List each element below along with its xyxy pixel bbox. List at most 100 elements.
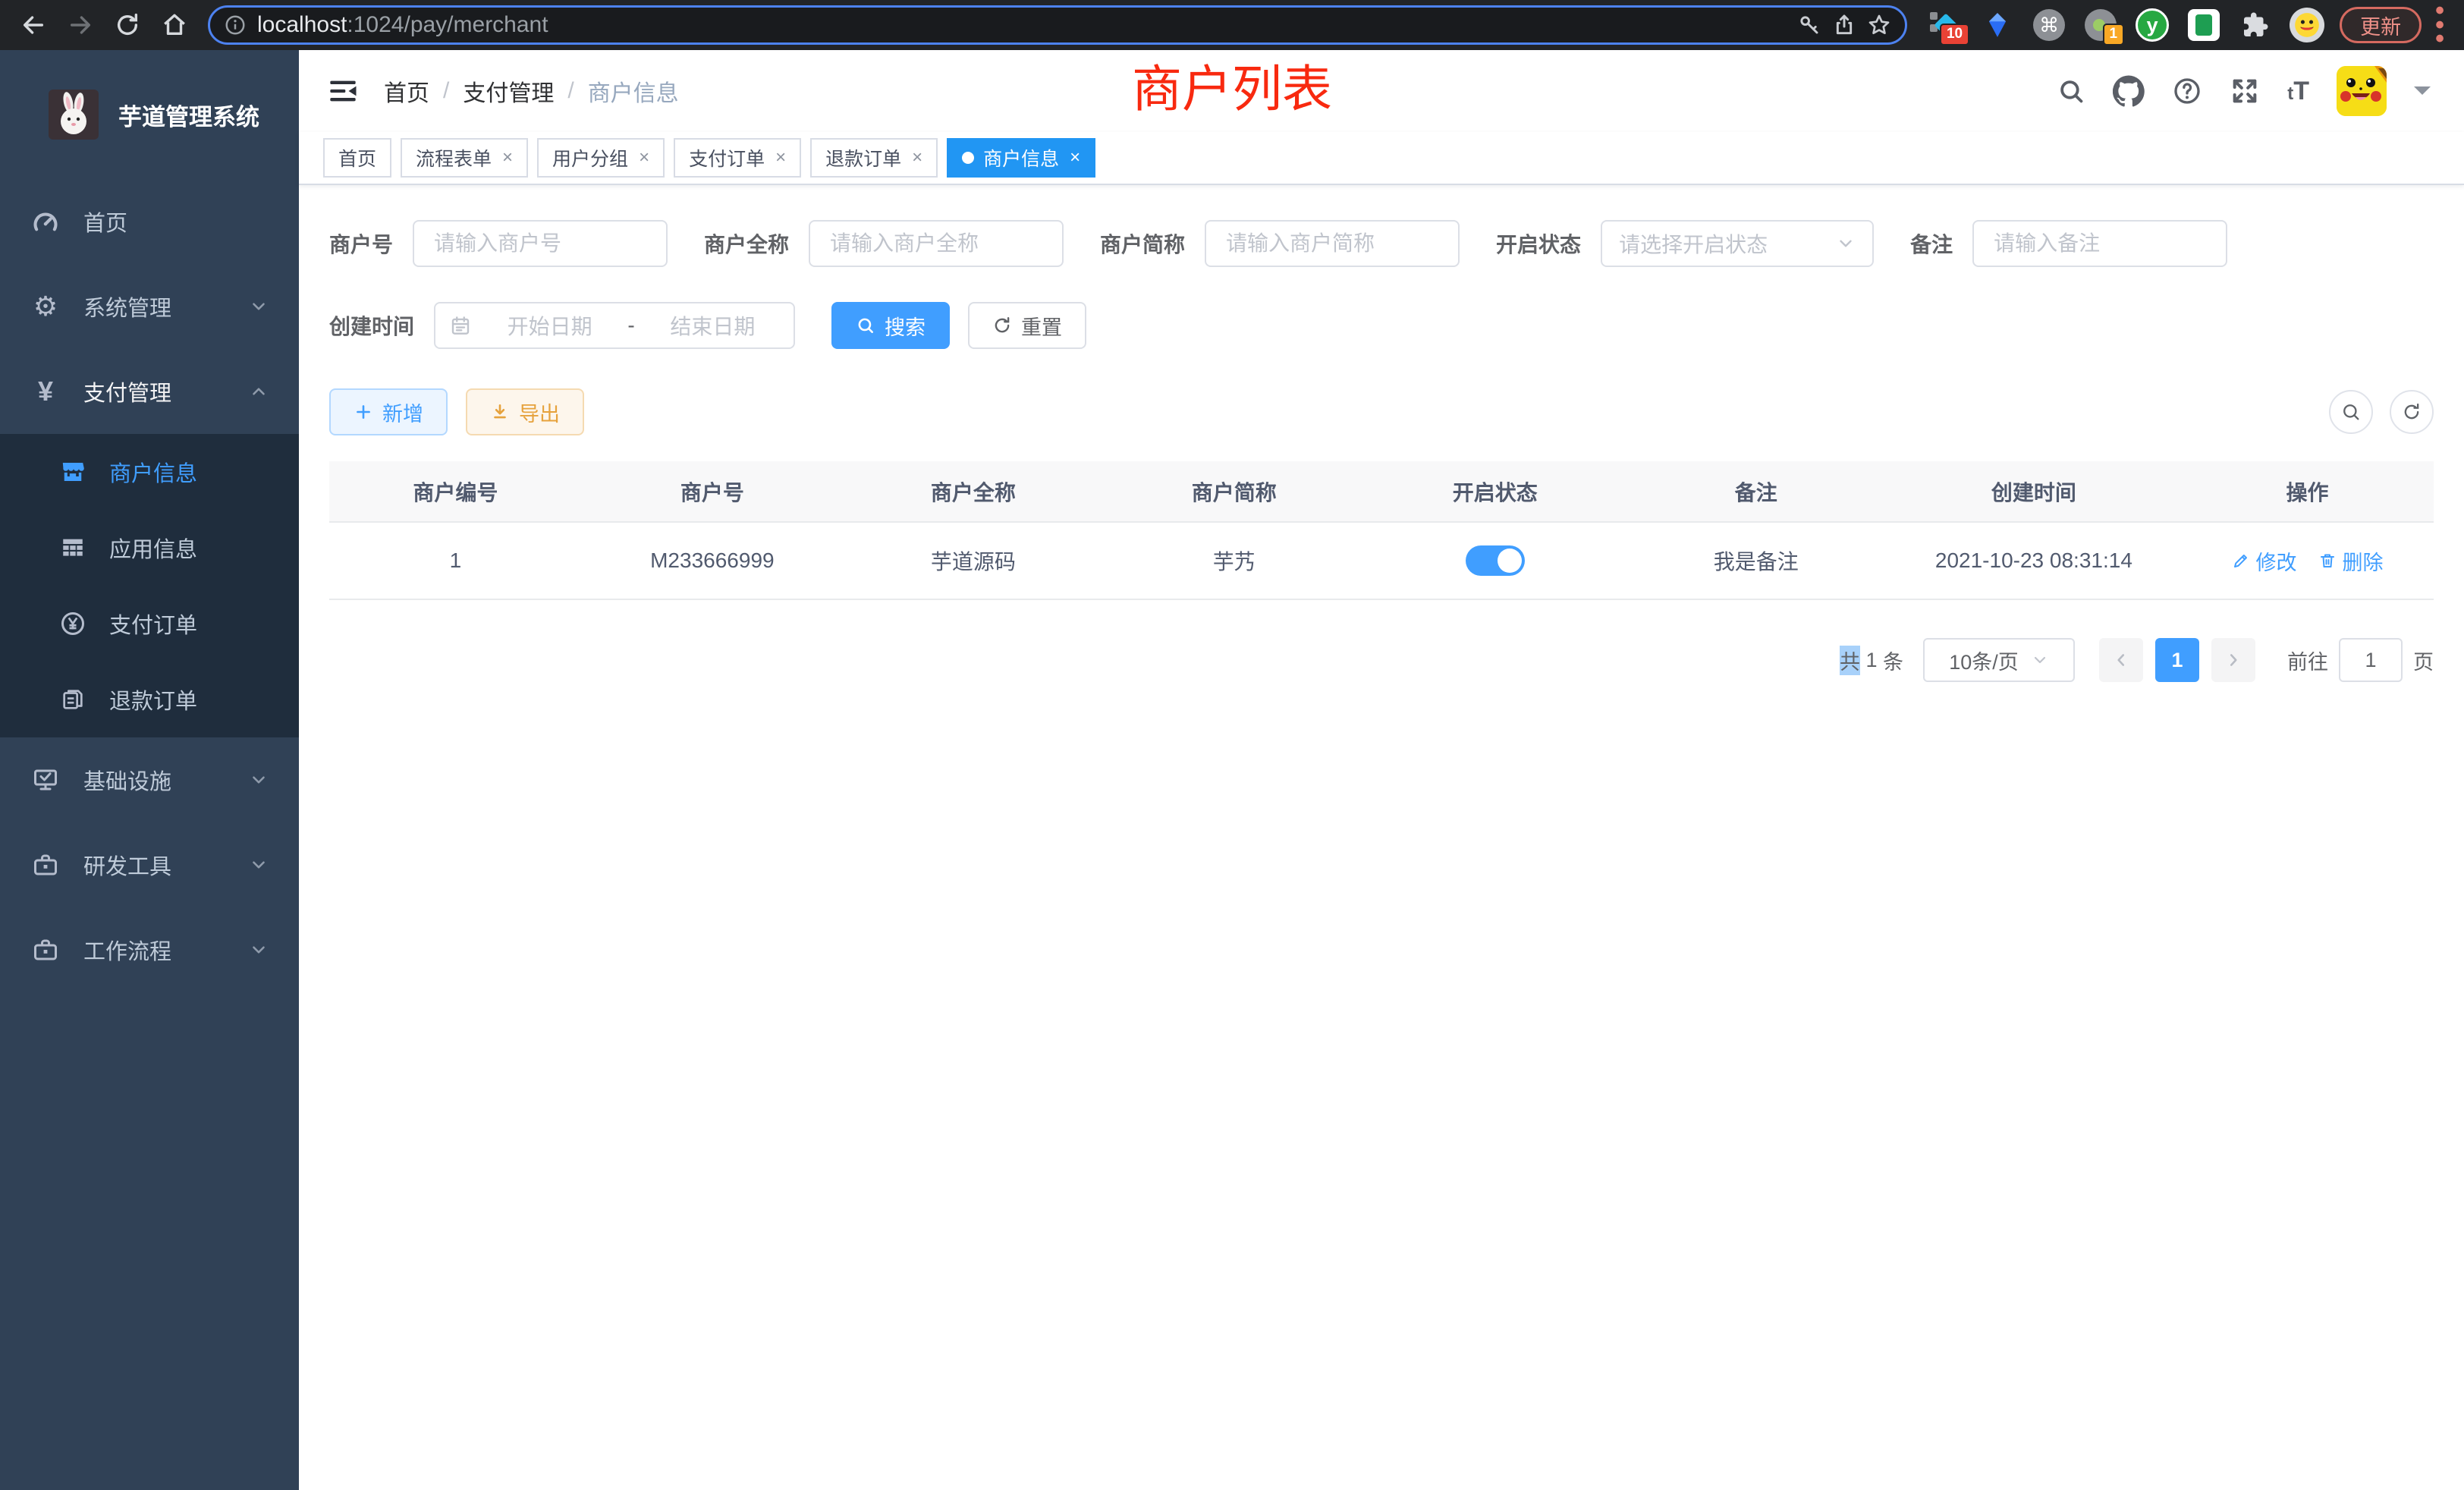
chevron-down-icon bbox=[249, 297, 269, 316]
sidebar-item-label: 工作流程 bbox=[83, 934, 171, 966]
remark-input[interactable] bbox=[1972, 220, 2227, 267]
refresh-table-button[interactable] bbox=[2390, 390, 2434, 434]
tab-home[interactable]: 首页 bbox=[323, 138, 391, 178]
goto-page-input[interactable] bbox=[2339, 638, 2403, 682]
browser-menu-icon[interactable]: ••• bbox=[2429, 4, 2450, 46]
sidebar-item-system[interactable]: ⚙ 系统管理 bbox=[0, 264, 299, 349]
breadcrumb-home[interactable]: 首页 bbox=[384, 74, 429, 108]
extension-notes-icon[interactable] bbox=[2186, 8, 2221, 42]
breadcrumb-current: 商户信息 bbox=[588, 74, 679, 108]
github-icon[interactable] bbox=[2113, 75, 2145, 107]
sidebar-item-refund-order[interactable]: 退款订单 bbox=[0, 662, 299, 737]
merchant-no-input[interactable] bbox=[413, 220, 668, 267]
prev-page-button[interactable] bbox=[2099, 638, 2143, 682]
site-info-icon[interactable] bbox=[224, 14, 247, 36]
bookmark-star-icon[interactable] bbox=[1867, 13, 1891, 37]
page-size-select[interactable]: 10条/页 bbox=[1923, 638, 2075, 682]
delete-link[interactable]: 删除 bbox=[2318, 546, 2384, 576]
close-icon[interactable]: × bbox=[502, 147, 513, 168]
browser-forward-icon[interactable] bbox=[61, 5, 100, 45]
tab-refund-order[interactable]: 退款订单× bbox=[810, 138, 938, 178]
sidebar-item-merchant-info[interactable]: 商户信息 bbox=[0, 434, 299, 510]
pagination-goto: 前往 页 bbox=[2287, 638, 2434, 682]
browser-home-icon[interactable] bbox=[155, 5, 194, 45]
sidebar-item-payment[interactable]: ¥ 支付管理 bbox=[0, 349, 299, 434]
col-status: 开启状态 bbox=[1365, 461, 1626, 522]
sidebar-item-home[interactable]: 首页 bbox=[0, 179, 299, 264]
close-icon[interactable]: × bbox=[639, 147, 649, 168]
extensions-puzzle-icon[interactable] bbox=[2238, 8, 2273, 42]
fullscreen-icon[interactable] bbox=[2230, 76, 2260, 106]
topbar: 首页 / 支付管理 / 商户信息 tT bbox=[299, 50, 2464, 132]
filter-short-name: 商户简称 bbox=[1100, 220, 1460, 267]
status-toggle[interactable] bbox=[1466, 545, 1525, 576]
cell-create-time: 2021-10-23 08:31:14 bbox=[1887, 522, 2181, 599]
filter-merchant-no: 商户号 bbox=[329, 220, 668, 267]
sidebar-logo[interactable]: 芋道管理系统 bbox=[0, 50, 299, 179]
help-icon[interactable] bbox=[2172, 76, 2202, 106]
profile-avatar-icon[interactable] bbox=[2290, 8, 2324, 42]
browser-back-icon[interactable] bbox=[14, 5, 53, 45]
close-icon[interactable]: × bbox=[1070, 147, 1080, 168]
date-range-input[interactable]: 开始日期 - 结束日期 bbox=[434, 302, 795, 349]
table-toolbar: 新增 导出 bbox=[329, 388, 2434, 435]
dashboard-icon bbox=[29, 207, 62, 236]
next-page-button[interactable] bbox=[2211, 638, 2255, 682]
extension-tabs-icon[interactable]: 10 bbox=[1928, 8, 1963, 42]
grid-icon bbox=[58, 535, 88, 561]
status-select[interactable]: 请选择开启状态 bbox=[1601, 220, 1874, 267]
close-icon[interactable]: × bbox=[912, 147, 922, 168]
sidebar-item-pay-order[interactable]: 支付订单 bbox=[0, 586, 299, 662]
download-icon bbox=[490, 402, 510, 422]
cell-remark: 我是备注 bbox=[1626, 522, 1887, 599]
edit-link[interactable]: 修改 bbox=[2232, 546, 2297, 576]
full-name-input[interactable] bbox=[809, 220, 1064, 267]
search-button[interactable]: 搜索 bbox=[831, 302, 950, 349]
yen-circle-icon bbox=[58, 610, 88, 637]
payment-submenu: 商户信息 应用信息 支付订单 退款订单 bbox=[0, 434, 299, 737]
page-number-1[interactable]: 1 bbox=[2155, 638, 2199, 682]
extension-recorder-icon[interactable]: 1 bbox=[2083, 8, 2118, 42]
calendar-icon bbox=[449, 314, 472, 337]
extension-y-icon[interactable]: y bbox=[2135, 8, 2170, 42]
toggle-search-button[interactable] bbox=[2329, 390, 2373, 434]
chevron-down-icon bbox=[249, 855, 269, 875]
logo-rabbit-image bbox=[49, 90, 99, 140]
plus-icon bbox=[354, 402, 373, 422]
page-content: 商户号 商户全称 商户简称 开启状态 请选择开启状态 bbox=[299, 185, 2464, 1490]
share-icon[interactable] bbox=[1832, 13, 1856, 37]
address-bar[interactable]: localhost:1024/pay/merchant bbox=[208, 5, 1907, 45]
breadcrumb-payment[interactable]: 支付管理 bbox=[463, 74, 554, 108]
sidebar-item-dev-tools[interactable]: 研发工具 bbox=[0, 822, 299, 907]
close-icon[interactable]: × bbox=[775, 147, 786, 168]
avatar-caret-icon[interactable] bbox=[2414, 86, 2431, 103]
sidebar-item-label: 支付订单 bbox=[109, 608, 197, 640]
add-button[interactable]: 新增 bbox=[329, 388, 448, 435]
text-size-icon[interactable]: tT bbox=[2287, 77, 2309, 106]
extension-square-icon bbox=[1930, 12, 1938, 20]
tab-user-group[interactable]: 用户分组× bbox=[537, 138, 665, 178]
reset-button[interactable]: 重置 bbox=[968, 302, 1086, 349]
sidebar-collapse-icon[interactable] bbox=[328, 76, 358, 106]
tab-process-form[interactable]: 流程表单× bbox=[401, 138, 528, 178]
sidebar-item-workflow[interactable]: 工作流程 bbox=[0, 907, 299, 992]
user-avatar[interactable] bbox=[2337, 66, 2387, 116]
col-remark: 备注 bbox=[1626, 461, 1887, 522]
tab-pay-order[interactable]: 支付订单× bbox=[674, 138, 801, 178]
header-search-icon[interactable] bbox=[2057, 77, 2085, 105]
sidebar-item-app-info[interactable]: 应用信息 bbox=[0, 510, 299, 586]
browser-reload-icon[interactable] bbox=[108, 5, 147, 45]
sidebar-item-infrastructure[interactable]: 基础设施 bbox=[0, 737, 299, 822]
extension-gem-icon[interactable] bbox=[1980, 8, 2015, 42]
password-key-icon[interactable] bbox=[1797, 13, 1821, 37]
extension-command-icon[interactable]: ⌘ bbox=[2032, 8, 2066, 42]
chevron-down-icon bbox=[249, 770, 269, 790]
short-name-input[interactable] bbox=[1205, 220, 1460, 267]
pagination-total: 共 1 条 bbox=[1840, 646, 1903, 675]
tab-merchant-info[interactable]: 商户信息× bbox=[947, 138, 1095, 178]
export-button[interactable]: 导出 bbox=[466, 388, 584, 435]
chrome-update-button[interactable]: 更新 bbox=[2340, 7, 2422, 43]
merchant-table: 商户编号 商户号 商户全称 商户简称 开启状态 备注 创建时间 操作 1 M23… bbox=[329, 461, 2434, 600]
sidebar-item-label: 首页 bbox=[83, 206, 127, 237]
col-short-name: 商户简称 bbox=[1104, 461, 1365, 522]
